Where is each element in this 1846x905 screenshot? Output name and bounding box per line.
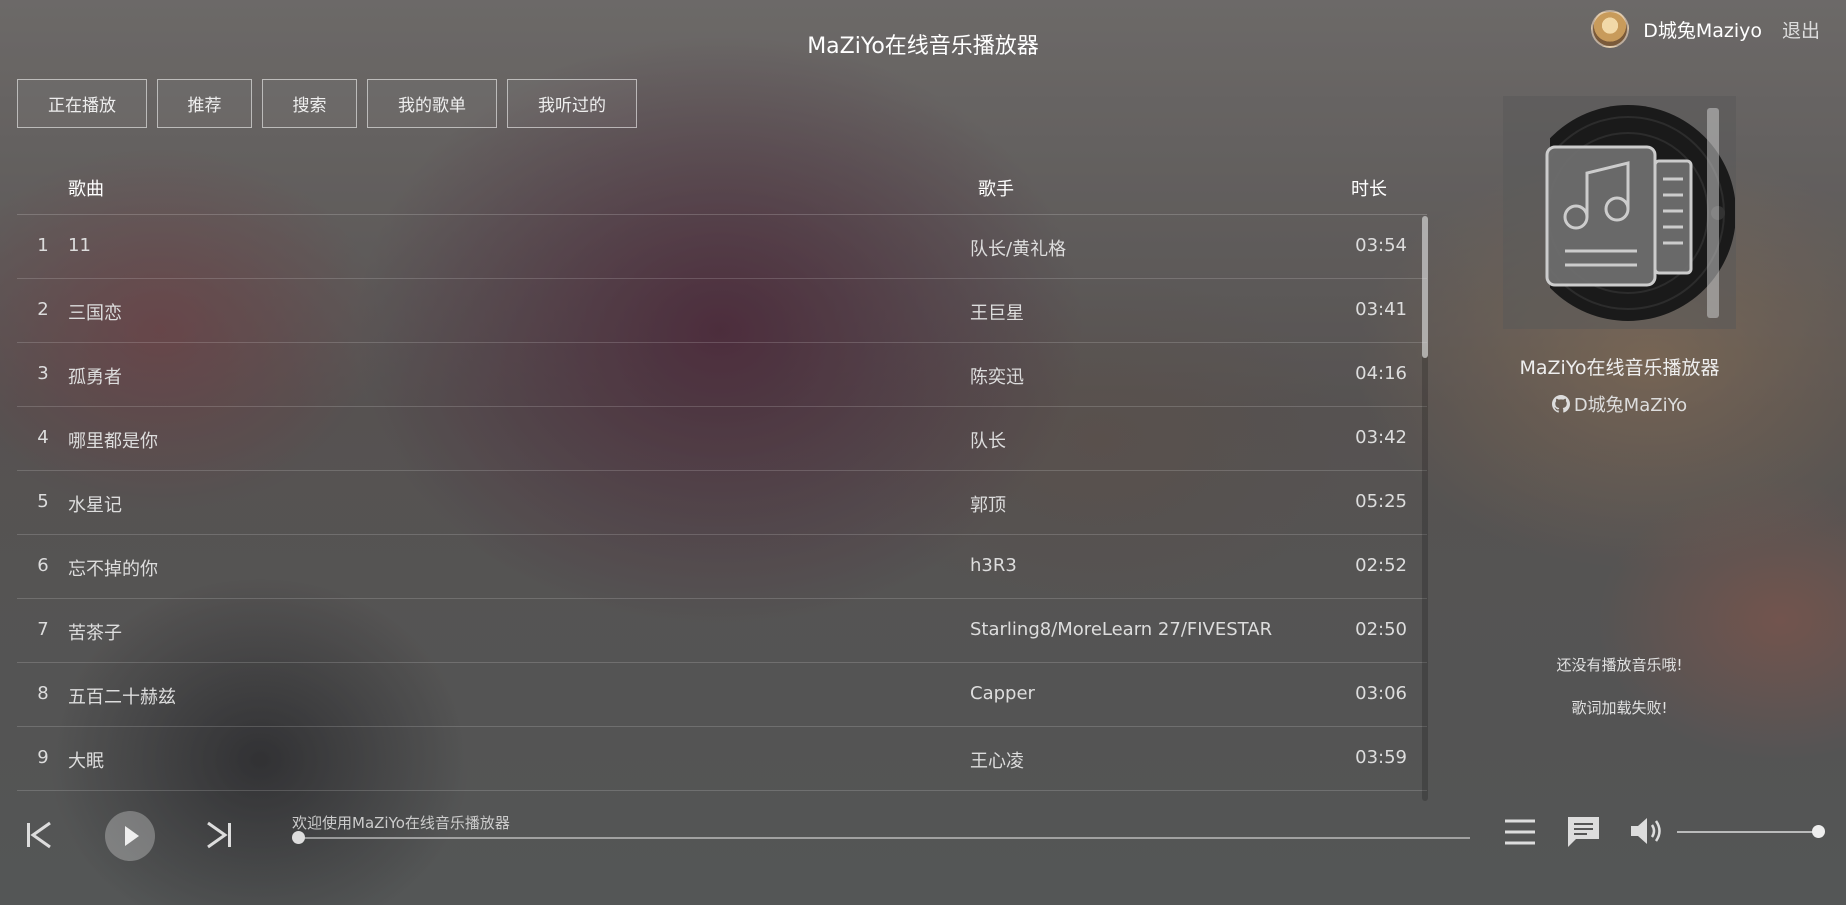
table-row[interactable]: 4 哪里都是你 队长 03:42	[17, 407, 1427, 471]
comment-icon[interactable]	[1566, 815, 1601, 848]
row-index: 8	[37, 683, 49, 704]
list-header: 歌曲 歌手 时长	[17, 163, 1427, 215]
tab-search[interactable]: 搜索	[262, 79, 357, 128]
progress-knob[interactable]	[292, 831, 305, 844]
row-song-name: 哪里都是你	[68, 431, 158, 452]
username[interactable]: D城兔Maziyo	[1643, 16, 1762, 43]
table-row[interactable]: 3 孤勇者 陈奕迅 04:16	[17, 343, 1427, 407]
table-row[interactable]: 7 苦茶子 Starling8/MoreLearn 27/FIVESTAR 02…	[17, 599, 1427, 663]
row-index: 5	[37, 491, 49, 512]
row-artist: Starling8/MoreLearn 27/FIVESTAR	[970, 619, 1273, 640]
song-list: 歌曲 歌手 时长 1 11 队长/黄礼格 03:54 2 三国恋 王巨星 03:…	[17, 163, 1427, 800]
volume-knob[interactable]	[1812, 825, 1825, 838]
table-row[interactable]: 6 忘不掉的你 h3R3 02:52	[17, 535, 1427, 599]
app-title: MaZiYo在线音乐播放器	[807, 34, 1039, 59]
lyric-status: 还没有播放音乐哦!	[1556, 656, 1683, 674]
row-index: 7	[37, 619, 49, 640]
row-duration: 03:54	[1355, 235, 1407, 256]
row-index: 6	[37, 555, 49, 576]
tab-now-playing[interactable]: 正在播放	[17, 79, 147, 128]
author-name: D城兔MaZiYo	[1573, 395, 1688, 416]
header-artist: 歌手	[978, 179, 1014, 200]
volume-icon[interactable]	[1629, 816, 1663, 846]
tab-recommend[interactable]: 推荐	[157, 79, 252, 128]
row-song-name: 水星记	[68, 495, 122, 516]
row-song-name: 孤勇者	[68, 367, 122, 388]
user-area: D城兔Maziyo 退出	[1591, 10, 1820, 48]
row-artist: 队长	[970, 431, 1006, 452]
row-artist: 队长/黄礼格	[970, 239, 1067, 260]
play-icon	[125, 826, 139, 846]
row-song-name: 五百二十赫兹	[68, 687, 176, 708]
row-song-name: 忘不掉的你	[68, 559, 158, 580]
logout-link[interactable]: 退出	[1782, 16, 1820, 43]
row-artist: Capper	[970, 683, 1035, 704]
row-duration: 03:06	[1355, 683, 1407, 704]
list-scrollbar[interactable]	[1422, 216, 1428, 801]
row-duration: 02:50	[1355, 619, 1407, 640]
avatar[interactable]	[1591, 10, 1630, 48]
lyric-error: 歌词加载失败!	[1571, 699, 1668, 717]
row-index: 2	[37, 299, 49, 320]
github-icon	[1551, 395, 1570, 413]
row-song-name: 苦茶子	[68, 623, 122, 644]
row-artist: 王心凌	[970, 751, 1024, 772]
row-song-name: 三国恋	[68, 303, 122, 324]
skip-next-icon[interactable]	[206, 821, 232, 849]
song-rows: 1 11 队长/黄礼格 03:54 2 三国恋 王巨星 03:41 3 孤勇者 …	[17, 215, 1427, 800]
tab-my-playlists[interactable]: 我的歌单	[367, 79, 497, 128]
table-row[interactable]: 8 五百二十赫兹 Capper 03:06	[17, 663, 1427, 727]
panel-title: MaZiYo在线音乐播放器	[1519, 357, 1720, 379]
row-index: 9	[37, 747, 49, 768]
table-row[interactable]: 5 水星记 郭顶 05:25	[17, 471, 1427, 535]
row-duration: 04:16	[1355, 363, 1407, 384]
row-song-name: 大眠	[68, 751, 104, 772]
row-artist: 郭顶	[970, 495, 1006, 516]
player-status-text: 欢迎使用MaZiYo在线音乐播放器	[292, 814, 510, 832]
playlist-icon[interactable]	[1504, 817, 1536, 847]
row-artist: 王巨星	[970, 303, 1024, 324]
nav-tabs: 正在播放 推荐 搜索 我的歌单 我听过的	[17, 79, 637, 128]
row-index: 3	[37, 363, 49, 384]
header-duration: 时长	[1351, 179, 1387, 200]
play-button[interactable]	[105, 811, 155, 861]
header-song: 歌曲	[68, 179, 104, 200]
table-row[interactable]: 9 大眠 王心凌 03:59	[17, 727, 1427, 791]
row-duration: 03:42	[1355, 427, 1407, 448]
row-song-name: 11	[68, 235, 91, 256]
row-duration: 03:41	[1355, 299, 1407, 320]
volume-slider[interactable]	[1677, 831, 1819, 833]
scrollbar-thumb[interactable]	[1422, 216, 1428, 358]
row-artist: 陈奕迅	[970, 367, 1024, 388]
row-index: 1	[37, 235, 49, 256]
table-row[interactable]: 1 11 队长/黄礼格 03:54	[17, 215, 1427, 279]
row-duration: 02:52	[1355, 555, 1407, 576]
author-link[interactable]: D城兔MaZiYo	[1503, 391, 1736, 417]
table-row[interactable]: 2 三国恋 王巨星 03:41	[17, 279, 1427, 343]
row-index: 4	[37, 427, 49, 448]
progress-bar[interactable]	[295, 837, 1470, 839]
tab-history[interactable]: 我听过的	[507, 79, 637, 128]
tonearm	[1707, 108, 1719, 318]
row-artist: h3R3	[970, 555, 1017, 576]
music-note-icon	[1545, 145, 1693, 287]
row-duration: 05:25	[1355, 491, 1407, 512]
skip-previous-icon[interactable]	[26, 821, 52, 849]
row-duration: 03:59	[1355, 747, 1407, 768]
